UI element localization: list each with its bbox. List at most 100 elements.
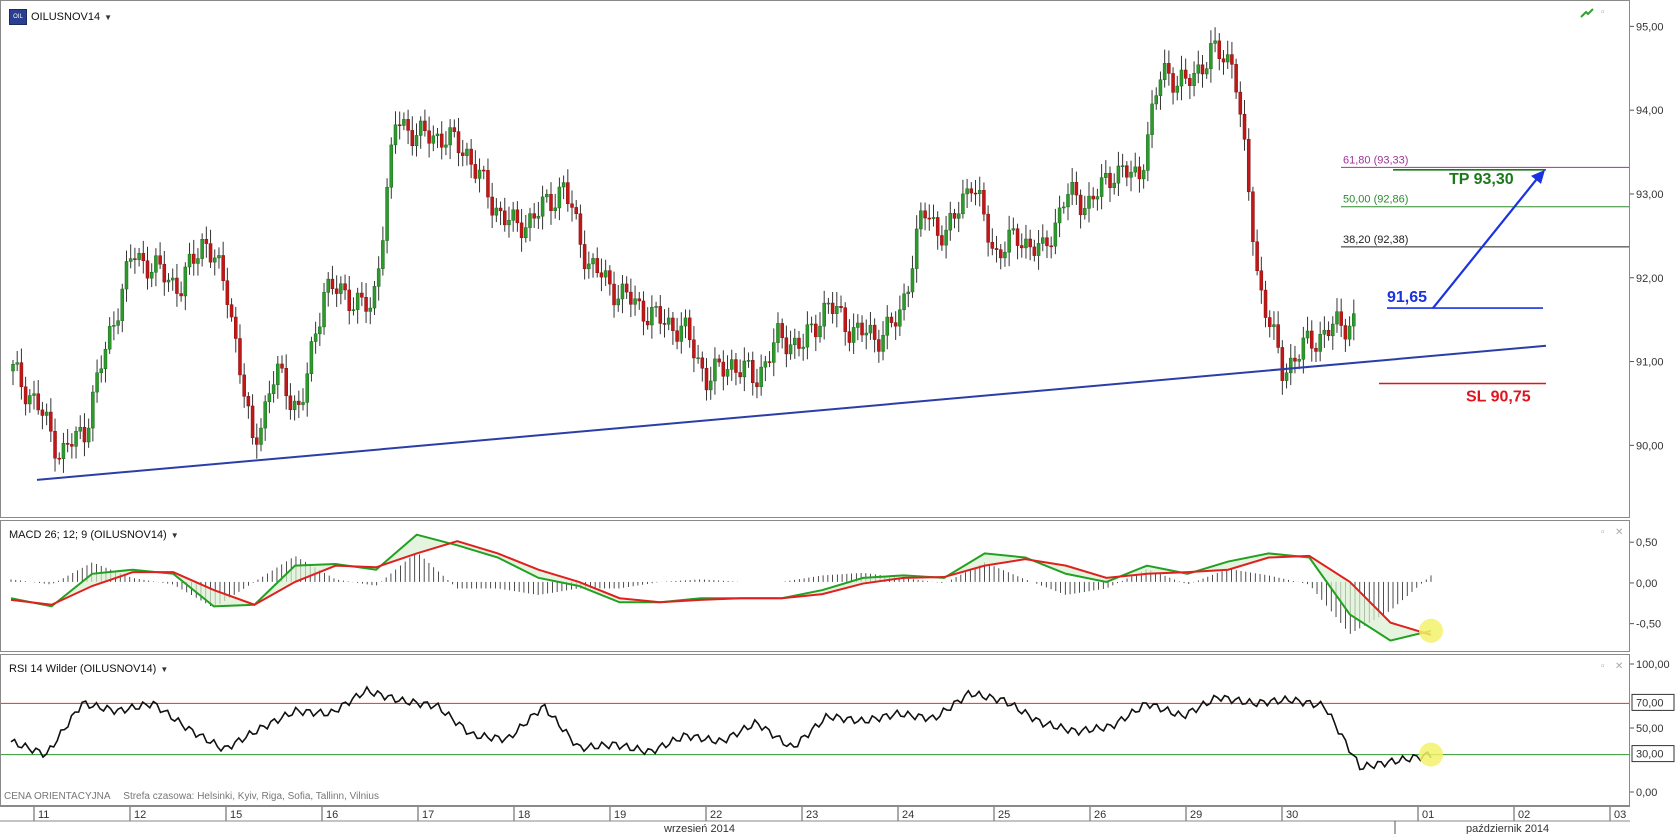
candle: [1104, 160, 1108, 185]
candle: [91, 385, 95, 442]
candle: [418, 116, 423, 149]
candle: [1322, 316, 1327, 348]
candle: [1095, 188, 1100, 211]
candle: [141, 240, 146, 274]
rsi-header[interactable]: RSI 14 Wilder (OILUSNOV14) ▼: [9, 663, 168, 675]
month-label: październik 2014: [1466, 823, 1549, 834]
candle: [511, 201, 515, 232]
candle: [566, 169, 570, 212]
candle: [82, 413, 87, 457]
rsi-dropdown-icon[interactable]: ▼: [160, 665, 168, 674]
candle: [1057, 195, 1062, 238]
candle: [402, 112, 406, 131]
candle: [1078, 189, 1083, 229]
candle: [788, 330, 793, 360]
price-tick-label: 92,00: [1636, 273, 1664, 285]
candle: [671, 311, 675, 345]
candle: [1263, 280, 1268, 328]
candle: [183, 262, 188, 311]
candle: [582, 230, 587, 280]
candle: [32, 380, 36, 410]
candle: [772, 328, 776, 377]
candle: [1246, 128, 1251, 201]
candle: [570, 190, 574, 222]
macd-header[interactable]: MACD 26; 12; 9 (OILUSNOV14) ▼: [9, 529, 179, 541]
day-tick-label: 23: [806, 809, 818, 821]
candle: [1171, 67, 1175, 105]
rsi-panel[interactable]: RSI 14 Wilder (OILUSNOV14) ▼ ▫ ✕: [0, 654, 1630, 806]
support-trendline[interactable]: [36, 344, 1547, 481]
candle: [112, 311, 116, 341]
candle: [986, 205, 990, 257]
candle: [603, 259, 608, 286]
macd-dropdown-icon[interactable]: ▼: [171, 531, 179, 540]
candle: [1099, 164, 1104, 210]
candle: [343, 274, 347, 300]
candle: [166, 273, 171, 292]
candle: [868, 311, 873, 340]
candle: [1255, 229, 1259, 276]
candle: [662, 309, 667, 338]
candle: [948, 201, 953, 241]
day-tick-label: 11: [38, 809, 49, 821]
macd-highlight-marker: [1419, 618, 1443, 643]
candle: [128, 244, 133, 269]
candle: [11, 360, 15, 386]
candle: [322, 282, 326, 335]
price-chart-panel[interactable]: OIL OILUSNOV14 ▼ ▫ 61,80 (93,33) 50,00 (9…: [0, 0, 1630, 518]
candle: [965, 178, 969, 208]
candle: [1272, 311, 1276, 340]
rsi-tick-label: 100,00: [1636, 659, 1670, 671]
candle: [250, 394, 255, 445]
footer-note: CENA ORIENTACYJNA Strefa czasowa: Helsin…: [4, 791, 389, 802]
candle: [591, 253, 595, 278]
candle: [301, 388, 305, 411]
candle: [133, 247, 137, 274]
candle: [259, 418, 263, 452]
candle: [15, 350, 19, 372]
candle: [1331, 316, 1335, 350]
candle: [797, 330, 801, 357]
candle: [158, 242, 162, 269]
candle: [1045, 230, 1049, 259]
candle: [1007, 215, 1011, 267]
candle: [687, 309, 692, 348]
candle: [1209, 30, 1213, 83]
macd-panel[interactable]: MACD 26; 12; 9 (OILUSNOV14) ▼ ▫ ✕: [0, 520, 1630, 652]
candle: [713, 347, 717, 395]
candle: [1326, 321, 1331, 341]
candle: [435, 127, 440, 149]
candle: [881, 321, 885, 361]
symbol-header[interactable]: OIL OILUSNOV14 ▼: [9, 9, 112, 25]
candle: [225, 267, 230, 319]
candle: [238, 324, 242, 384]
candle: [360, 282, 364, 307]
symbol-dropdown-icon[interactable]: ▼: [104, 13, 112, 22]
candle: [410, 116, 415, 156]
candle: [1305, 316, 1310, 344]
candle: [28, 389, 32, 413]
candle: [549, 182, 553, 225]
candle: [36, 380, 40, 415]
candle: [149, 263, 154, 288]
candle: [746, 352, 751, 368]
candle: [1230, 42, 1234, 79]
candle: [271, 371, 276, 403]
candle: [742, 347, 747, 392]
candle: [982, 182, 986, 222]
candle: [175, 263, 179, 307]
candle: [288, 383, 293, 420]
candle: [1217, 33, 1222, 71]
candle: [1141, 164, 1146, 189]
candle: [19, 348, 24, 400]
candle: [1289, 344, 1293, 386]
candle: [763, 355, 768, 382]
candle: [545, 189, 549, 203]
candle: [675, 317, 679, 350]
candle: [297, 390, 301, 418]
macd-tick-label: 0,50: [1636, 537, 1657, 549]
candle: [179, 281, 183, 302]
candle: [1108, 166, 1112, 202]
candle: [536, 201, 541, 229]
candle: [368, 297, 373, 325]
